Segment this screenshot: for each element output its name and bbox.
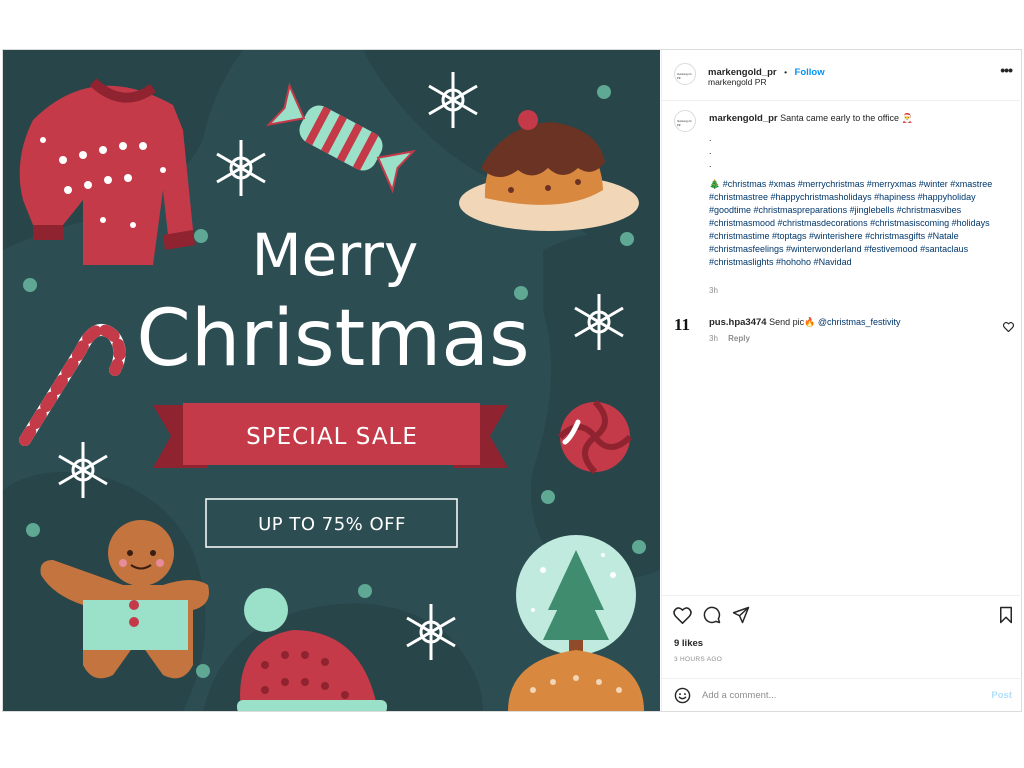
caption-avatar[interactable]: markengold PR: [674, 110, 696, 132]
comment-time: 3h: [709, 334, 718, 343]
headline-christmas: Christmas: [136, 294, 529, 384]
comment-bubble-icon[interactable]: [703, 606, 721, 624]
post-comment-button[interactable]: Post: [991, 690, 1012, 701]
snow-globe-illustration: [508, 535, 644, 711]
header-separator: •: [784, 67, 788, 77]
hashtag-list[interactable]: #christmas #xmas #merrychristmas #merryx…: [709, 179, 992, 267]
caption-dot: .: [709, 133, 712, 143]
tree-emoji: 🎄: [709, 179, 721, 189]
sweater-illustration: [19, 78, 195, 265]
share-send-icon[interactable]: [732, 606, 750, 624]
author-display-name: markengold PR: [708, 77, 767, 87]
comment-text: Send pic🔥: [769, 317, 816, 327]
caption-dot: .: [709, 159, 712, 169]
caption-dots: . . .: [709, 134, 712, 169]
peppermint-candy-illustration: [557, 399, 633, 475]
emoji-smiley-icon[interactable]: [674, 687, 691, 704]
post-image[interactable]: Merry Christmas SPECIAL SALE UP TO 75% O…: [3, 50, 660, 711]
christmas-sale-graphic: Merry Christmas SPECIAL SALE UP TO 75% O…: [3, 50, 660, 711]
follow-button[interactable]: Follow: [795, 67, 825, 78]
action-bar: 9 likes 3 HOURS AGO: [662, 595, 1022, 681]
comment-mention[interactable]: @christmas_festivity: [818, 317, 901, 327]
instagram-post: Merry Christmas SPECIAL SALE UP TO 75% O…: [2, 49, 1022, 712]
more-options-button[interactable]: •••: [1000, 62, 1013, 78]
post-header: markengold PR markengold_pr • Follow mar…: [662, 50, 1022, 101]
comment-item: 11 pus.hpa3474 Send pic🔥 @christmas_fest…: [670, 314, 1015, 354]
post-sidebar: markengold PR markengold_pr • Follow mar…: [661, 50, 1022, 711]
add-comment-input[interactable]: Add a comment...: [702, 690, 776, 701]
reply-button[interactable]: Reply: [728, 334, 750, 343]
caption-dot: .: [709, 146, 712, 156]
caption-username[interactable]: markengold_pr: [709, 113, 778, 124]
save-bookmark-icon[interactable]: [998, 606, 1014, 624]
add-comment-bar: Add a comment... Post: [662, 678, 1022, 712]
like-heart-icon[interactable]: [673, 607, 692, 624]
headline-merry: Merry: [252, 221, 419, 289]
likes-count[interactable]: 9 likes: [674, 638, 703, 649]
offer-text: UP TO 75% OFF: [258, 514, 406, 535]
caption-hashtags: 🎄 #christmas #xmas #merrychristmas #merr…: [709, 178, 1009, 269]
caption-time: 3h: [709, 286, 718, 295]
avatar-logo-text: markengold PR: [677, 119, 692, 127]
commenter-username[interactable]: pus.hpa3474: [709, 317, 767, 328]
ribbon-text: SPECIAL SALE: [246, 424, 418, 450]
author-avatar[interactable]: markengold PR: [674, 63, 696, 85]
commenter-avatar[interactable]: 11: [674, 314, 696, 336]
caption-text: Santa came early to the office 🎅: [780, 113, 913, 123]
post-timestamp: 3 HOURS AGO: [674, 656, 723, 663]
avatar-logo-text: markengold PR: [677, 72, 692, 80]
comment-like-heart-icon[interactable]: [1003, 322, 1014, 332]
